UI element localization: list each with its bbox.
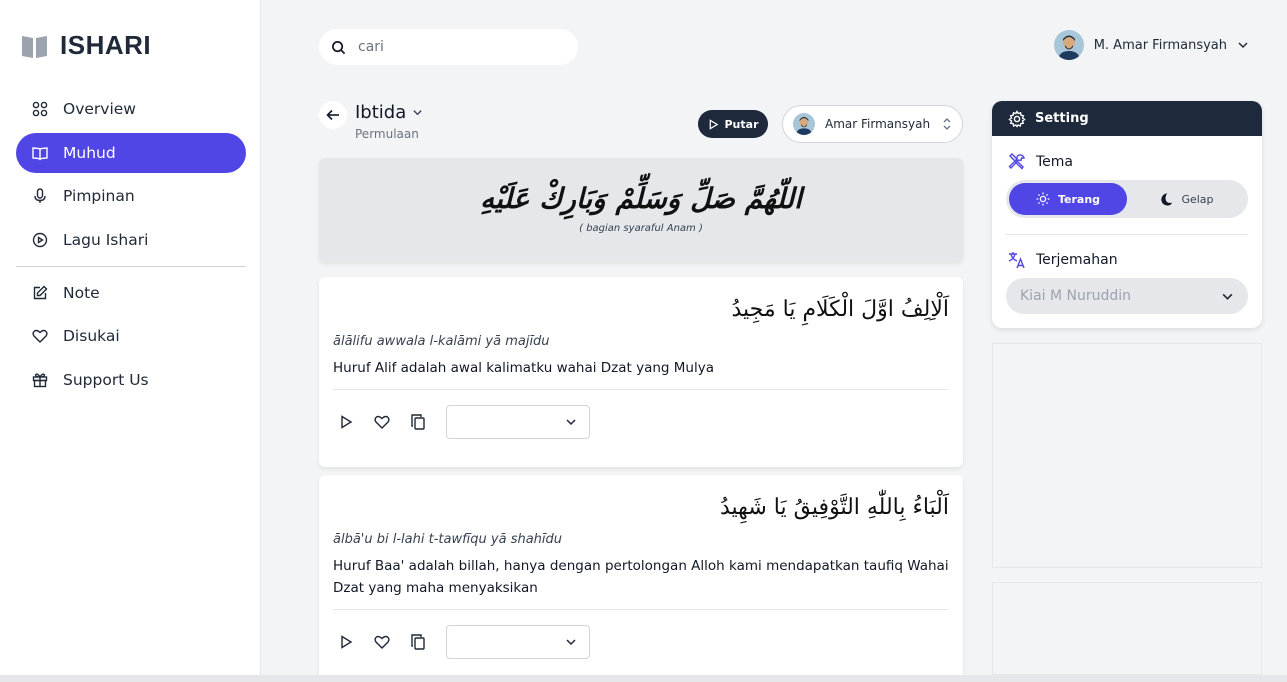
banner-arabic: اللّهُمَّ صَلِّ وَسَلِّمْ وَبَارِكْ عَلَ… bbox=[480, 182, 802, 215]
avatar bbox=[1053, 30, 1084, 60]
reciter-avatar bbox=[793, 113, 815, 135]
theme-section-label: Tema bbox=[1008, 153, 1073, 171]
translation-label: Terjemahan bbox=[1036, 252, 1118, 268]
verse-actions bbox=[333, 405, 949, 439]
theme-label: Tema bbox=[1036, 154, 1074, 170]
heart-icon[interactable] bbox=[374, 414, 390, 430]
theme-dark-label: Gelap bbox=[1181, 192, 1214, 206]
verse-card: اَلْاِلِفُ اوَّلَ الْكَلَامِ يَا مَجِيدُ… bbox=[319, 277, 963, 467]
book-icon bbox=[32, 145, 48, 161]
card-divider bbox=[333, 389, 949, 390]
side-panel-placeholder bbox=[992, 343, 1262, 568]
copy-icon[interactable] bbox=[410, 634, 426, 650]
verse-translation: Huruf Alif adalah awal kalimatku wahai D… bbox=[333, 360, 714, 376]
setting-header: Setting bbox=[992, 101, 1262, 136]
book-logo-icon bbox=[22, 35, 47, 58]
verse-latin: ālālifu awwala l-kalāmi yā majīdu bbox=[333, 334, 550, 349]
theme-dark-option[interactable]: Gelap bbox=[1127, 183, 1245, 215]
translate-icon bbox=[1008, 252, 1025, 269]
theme-light-label: Terang bbox=[1057, 192, 1101, 206]
setting-title: Setting bbox=[1035, 111, 1089, 126]
sidebar-item-support-us[interactable]: Support Us bbox=[16, 360, 246, 400]
verse-translation: Huruf Baa' adalah billah, hanya dengan p… bbox=[333, 558, 949, 596]
sun-icon bbox=[1036, 192, 1050, 206]
play-label: Putar bbox=[724, 117, 759, 131]
sidebar: ISHARI Overview Muhud Pimpinan Lagu Isha… bbox=[0, 0, 261, 682]
sidebar-item-label: Support Us bbox=[63, 370, 149, 389]
sidebar-item-label: Pimpinan bbox=[63, 187, 135, 205]
grid-icon bbox=[32, 101, 48, 117]
page-title: Ibtida bbox=[355, 102, 407, 123]
search-input[interactable] bbox=[358, 39, 558, 55]
horizontal-scrollbar[interactable] bbox=[0, 675, 1287, 682]
verse-arabic: اَلْبَاءُ بِاللّٰهِ التَّوْفِيقُ يَا شَه… bbox=[720, 495, 949, 520]
chevron-down-icon bbox=[413, 110, 422, 116]
play-button[interactable]: Putar bbox=[698, 110, 768, 138]
chevron-down-icon bbox=[1238, 42, 1248, 49]
banner-caption: ( bagian syaraful Anam ) bbox=[579, 223, 703, 234]
gift-icon bbox=[32, 372, 48, 388]
translation-value: Kiai M Nuruddin bbox=[1020, 288, 1132, 304]
sidebar-item-label: Disukai bbox=[63, 327, 120, 345]
sidebar-item-lagu-ishari[interactable]: Lagu Ishari bbox=[16, 220, 246, 260]
chevron-down-icon bbox=[1222, 293, 1233, 300]
play-icon[interactable] bbox=[338, 634, 354, 650]
verse-option-select[interactable] bbox=[446, 625, 590, 659]
translation-section-label: Terjemahan bbox=[1008, 251, 1118, 269]
sidebar-item-label: Lagu Ishari bbox=[63, 230, 149, 249]
verse-card: اَلْبَاءُ بِاللّٰهِ التَّوْفِيقُ يَا شَه… bbox=[319, 475, 963, 682]
setting-divider bbox=[1006, 234, 1248, 235]
heart-icon[interactable] bbox=[374, 634, 390, 650]
microphone-icon bbox=[32, 188, 48, 204]
reciter-name: Amar Firmansyah bbox=[825, 117, 931, 131]
verse-latin: ālbā'u bi l-lahi t-tawfīqu yā shahīdu bbox=[333, 532, 563, 547]
shalawat-banner: اللّهُمَّ صَلِّ وَسَلِّمْ وَبَارِكْ عَلَ… bbox=[319, 158, 963, 262]
heart-icon bbox=[32, 328, 48, 344]
verse-option-select[interactable] bbox=[446, 405, 590, 439]
arrow-left-icon bbox=[326, 109, 339, 121]
brand-name: ISHARI bbox=[60, 30, 152, 60]
sidebar-item-label: Note bbox=[63, 283, 100, 302]
sidebar-item-disukai[interactable]: Disukai bbox=[16, 316, 246, 356]
gear-icon bbox=[1008, 109, 1026, 128]
side-panel-placeholder bbox=[992, 582, 1262, 675]
user-menu[interactable]: M. Amar Firmansyah bbox=[1053, 30, 1249, 60]
play-circle-icon bbox=[32, 232, 48, 248]
reciter-select[interactable]: Amar Firmansyah bbox=[782, 105, 963, 143]
tools-icon bbox=[1008, 153, 1025, 170]
moon-icon bbox=[1161, 192, 1173, 206]
copy-icon[interactable] bbox=[410, 414, 426, 430]
sidebar-item-label: Muhud bbox=[63, 143, 116, 162]
theme-toggle: Terang Gelap bbox=[1006, 180, 1248, 218]
brand[interactable]: ISHARI bbox=[20, 30, 151, 61]
verse-actions bbox=[333, 625, 949, 659]
sidebar-item-overview[interactable]: Overview bbox=[16, 89, 246, 129]
sidebar-item-pimpinan[interactable]: Pimpinan bbox=[16, 176, 246, 216]
sidebar-item-muhud[interactable]: Muhud bbox=[16, 132, 246, 173]
sidebar-divider bbox=[16, 265, 246, 267]
sidebar-nav: Overview Muhud Pimpinan Lagu Ishari Note… bbox=[16, 89, 246, 403]
edit-icon bbox=[32, 285, 48, 301]
card-divider bbox=[333, 609, 949, 610]
theme-light-option[interactable]: Terang bbox=[1009, 183, 1127, 215]
translation-select[interactable]: Kiai M Nuruddin bbox=[1006, 278, 1248, 314]
sidebar-item-label: Overview bbox=[63, 100, 136, 118]
chevron-down-icon bbox=[566, 419, 576, 426]
chevron-up-down-icon bbox=[943, 118, 951, 130]
back-button[interactable] bbox=[319, 101, 347, 129]
sidebar-item-note[interactable]: Note bbox=[16, 273, 246, 313]
verse-arabic: اَلْاِلِفُ اوَّلَ الْكَلَامِ يَا مَجِيدُ bbox=[731, 297, 949, 322]
title-dropdown[interactable]: Ibtida bbox=[355, 102, 423, 123]
chevron-down-icon bbox=[566, 639, 576, 646]
play-icon[interactable] bbox=[338, 414, 354, 430]
page-header: Ibtida Permulaan bbox=[355, 102, 423, 141]
setting-panel: Setting Tema Terang Gelap Terjemahan Kia… bbox=[992, 101, 1262, 328]
page-subtitle: Permulaan bbox=[355, 127, 419, 141]
user-name: M. Amar Firmansyah bbox=[1093, 37, 1227, 53]
search-bar[interactable] bbox=[319, 29, 578, 65]
search-icon bbox=[332, 40, 346, 54]
play-icon bbox=[709, 118, 718, 130]
